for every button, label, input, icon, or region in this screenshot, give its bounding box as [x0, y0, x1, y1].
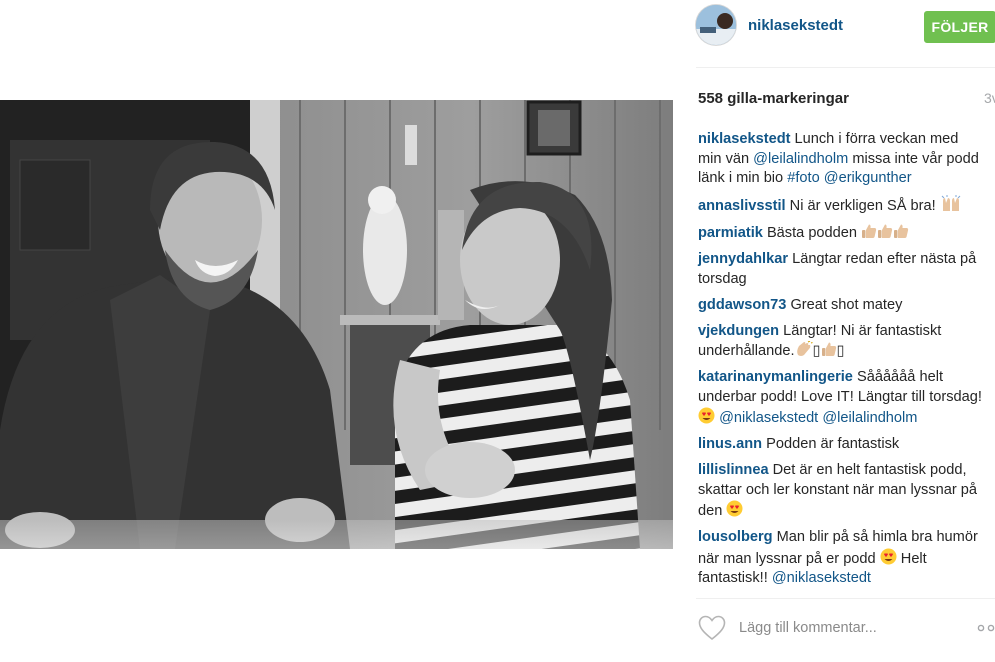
comment-username[interactable]: jennydahlkar [698, 251, 788, 267]
comment-username[interactable]: lousolberg [698, 529, 773, 545]
comment-item: vjekdungen Längtar! Ni är fantastiskt un… [698, 322, 985, 362]
mention-link[interactable]: @erikgunther [824, 170, 912, 186]
raised-hands-emoji-icon [940, 195, 962, 212]
comment-item: jennydahlkar Längtar redan efter nästa p… [698, 250, 985, 289]
post-header: niklasekstedt FÖLJER [696, 5, 995, 49]
clapping-hands-emoji-icon [795, 341, 813, 357]
comment-item: lillislinnea Det är en helt fantastisk p… [698, 461, 985, 522]
mention-link[interactable]: @leilalindholm [753, 151, 848, 167]
comment-item: niklasekstedt Lunch i förra veckan med m… [698, 130, 985, 189]
comment-username[interactable]: katarinanymanlingerie [698, 369, 853, 385]
heart-icon[interactable] [698, 615, 726, 641]
comment-item: parmiatik Bästa podden [698, 223, 985, 244]
post-author-username[interactable]: niklasekstedt [748, 17, 843, 34]
comment-username[interactable]: parmiatik [698, 225, 763, 241]
comment-text: Great shot matey [786, 296, 903, 313]
mention-link[interactable]: @niklasekstedt [719, 410, 818, 426]
follow-button[interactable]: FÖLJER [924, 11, 995, 43]
comment-item: linus.ann Podden är fantastisk [698, 435, 985, 455]
avatar-image [696, 5, 736, 45]
comment-text: ▯ [812, 343, 821, 359]
post-photo[interactable] [0, 100, 673, 549]
likes-row: 558 gilla-markeringar 3v [698, 90, 995, 110]
comment-username[interactable]: vjekdungen [698, 323, 779, 339]
like-count[interactable]: 558 gilla-markeringar [698, 90, 849, 107]
photo-illustration [0, 100, 673, 549]
comment-username[interactable]: annaslivsstil [698, 198, 786, 214]
mention-link[interactable]: @niklasekstedt [772, 570, 871, 586]
comment-item: gddawson73 Great shot matey [698, 296, 985, 316]
comment-item: lousolberg Man blir på så himla bra humö… [698, 528, 985, 589]
comment-item: annaslivsstil Ni är verkligen SÅ bra! [698, 195, 985, 217]
comment-list: niklasekstedt Lunch i förra veckan med m… [698, 130, 985, 595]
comment-username[interactable]: lillislinnea [698, 462, 769, 478]
thumbs-up-emoji-icon [893, 223, 909, 239]
divider [696, 67, 995, 68]
comment-username[interactable]: niklasekstedt [698, 131, 790, 147]
mention-link[interactable]: @leilalindholm [822, 410, 917, 426]
add-comment-input[interactable] [739, 616, 954, 640]
comment-username[interactable]: linus.ann [698, 436, 762, 452]
comment-text: Podden är fantastisk [762, 436, 900, 452]
hashtag-link[interactable]: #foto [787, 170, 819, 186]
avatar[interactable] [696, 5, 736, 45]
comment-item: katarinanymanlingerie Såååååå helt under… [698, 368, 985, 429]
comment-text: Ni är verkligen SÅ bra! [785, 198, 940, 214]
comment-text: Bästa podden [762, 225, 862, 241]
heart-eyes-emoji-icon [726, 500, 743, 517]
divider [696, 598, 995, 599]
post-timestamp[interactable]: 3v [984, 90, 995, 106]
thumbs-up-emoji-icon [861, 223, 877, 239]
thumbs-up-emoji-icon [877, 223, 893, 239]
post-sidebar: niklasekstedt FÖLJER 558 gilla-markering… [682, 0, 995, 662]
heart-eyes-emoji-icon [698, 407, 715, 424]
heart-eyes-emoji-icon [880, 548, 897, 565]
thumbs-up-emoji-icon [821, 341, 837, 357]
more-options-icon[interactable] [976, 621, 995, 635]
comment-username[interactable]: gddawson73 [698, 297, 786, 313]
comment-text: ▯ [836, 343, 845, 359]
